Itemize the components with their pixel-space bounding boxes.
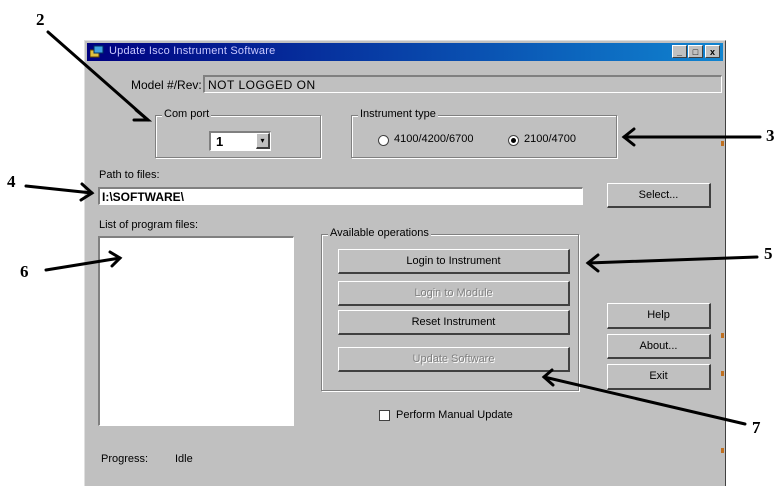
login-instrument-button[interactable]: Login to Instrument [338, 249, 570, 274]
program-files-label: List of program files: [99, 219, 199, 231]
path-value: I:\SOFTWARE\ [102, 190, 184, 204]
com-port-value: 1 [216, 134, 224, 149]
chevron-down-icon[interactable]: ▾ [256, 133, 270, 149]
instrument-type-group: Instrument type 4100/4200/6700 2100/4700 [351, 108, 617, 158]
model-value: NOT LOGGED ON [208, 78, 316, 92]
manual-update-label: Perform Manual Update [396, 409, 513, 421]
progress-status: Idle [175, 453, 193, 465]
radio-4100-4200-6700-label: 4100/4200/6700 [394, 133, 474, 145]
title-bar[interactable]: Update Isco Instrument Software _ □ x [87, 43, 723, 61]
com-port-group: Com port 1 ▾ [155, 108, 321, 158]
radio-4100-4200-6700[interactable] [378, 135, 389, 146]
edge-mark [721, 371, 724, 376]
com-port-legend: Com port [162, 108, 212, 120]
annotation-2: 2 [36, 10, 45, 29]
path-input[interactable]: I:\SOFTWARE\ [98, 187, 583, 205]
progress-label: Progress: [101, 453, 149, 465]
annotation-6: 6 [20, 262, 29, 281]
radio-2100-4700[interactable] [508, 135, 519, 146]
app-window: Update Isco Instrument Software _ □ x Mo… [84, 40, 726, 486]
select-button[interactable]: Select... [607, 183, 711, 208]
annotation-4: 4 [7, 172, 16, 191]
edge-mark [721, 141, 724, 146]
operations-legend: Available operations [328, 227, 431, 239]
help-button[interactable]: Help [607, 303, 711, 329]
model-label: Model #/Rev: [131, 78, 202, 92]
window-title: Update Isco Instrument Software [109, 45, 276, 57]
close-button[interactable]: x [705, 45, 720, 58]
about-button[interactable]: About... [607, 334, 711, 359]
app-icon [90, 45, 104, 58]
model-field: NOT LOGGED ON [203, 75, 722, 93]
annotation-5: 5 [764, 244, 773, 263]
operations-group: Available operations Login to Instrument… [321, 227, 579, 391]
path-label: Path to files: [99, 169, 160, 181]
minimize-button[interactable]: _ [672, 45, 687, 58]
edge-mark [721, 333, 724, 338]
maximize-button[interactable]: □ [688, 45, 703, 58]
reset-instrument-button[interactable]: Reset Instrument [338, 310, 570, 335]
annotation-7: 7 [752, 418, 761, 437]
login-module-button[interactable]: Login to Module [338, 281, 570, 306]
exit-button[interactable]: Exit [607, 364, 711, 390]
edge-mark [721, 448, 724, 453]
annotation-3: 3 [766, 126, 775, 145]
program-files-list[interactable] [98, 236, 294, 426]
manual-update-checkbox[interactable] [379, 410, 390, 421]
instrument-type-legend: Instrument type [358, 108, 438, 120]
update-software-button[interactable]: Update Software [338, 347, 570, 372]
radio-2100-4700-label: 2100/4700 [524, 133, 576, 145]
com-port-select[interactable]: 1 ▾ [209, 131, 271, 151]
arrow-4 [24, 184, 94, 195]
